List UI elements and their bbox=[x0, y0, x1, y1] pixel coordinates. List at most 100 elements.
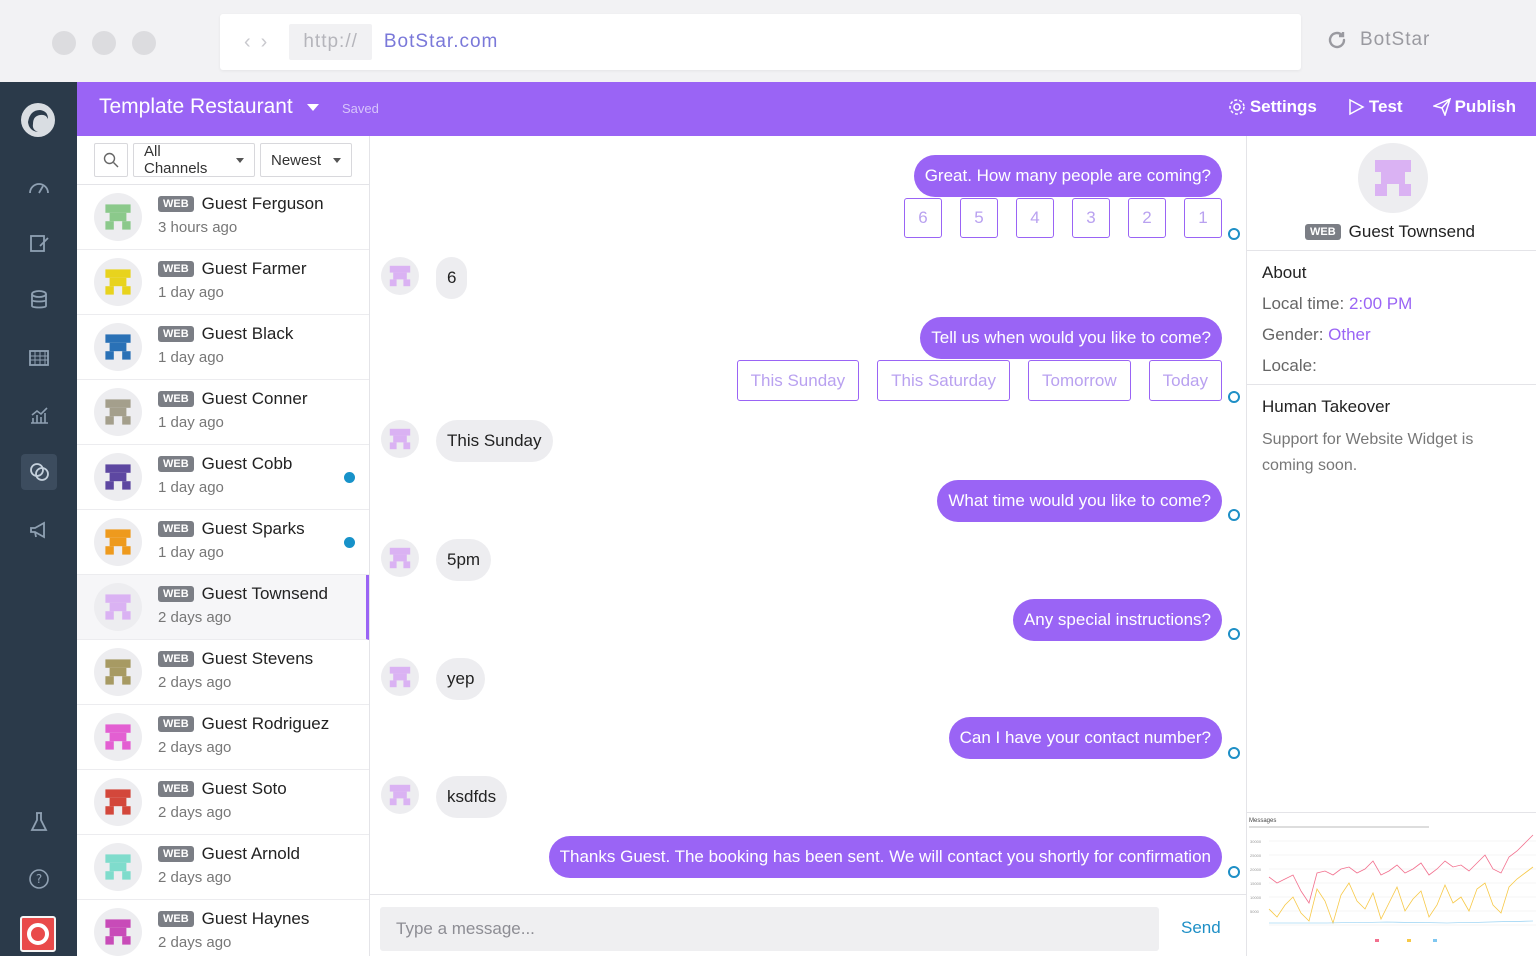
profile-panel: WEB Guest Townsend About Local time: 2:00… bbox=[1246, 136, 1536, 956]
dashboard-icon[interactable] bbox=[24, 172, 54, 202]
channel-filter[interactable]: All Channels bbox=[133, 143, 255, 177]
messages-chart-thumbnail: Messages 30000 25000 20000 15000 10000 5000 bbox=[1247, 812, 1536, 956]
conversation-name-row: WEB Guest Conner bbox=[158, 389, 308, 409]
conversation-item[interactable]: WEB Guest Soto 2 days ago bbox=[77, 770, 369, 835]
quick-reply-button[interactable]: This Saturday bbox=[877, 360, 1010, 401]
conversation-item[interactable]: WEB Guest Stevens 2 days ago bbox=[77, 640, 369, 705]
conversation-name: Guest Stevens bbox=[201, 649, 314, 668]
reload-icon[interactable] bbox=[1326, 29, 1348, 51]
avatar bbox=[94, 908, 142, 956]
conversation-time: 2 days ago bbox=[158, 674, 232, 691]
sort-filter[interactable]: Newest bbox=[260, 143, 352, 177]
forward-icon[interactable]: › bbox=[261, 31, 268, 54]
local-time-value: 2:00 PM bbox=[1348, 294, 1413, 313]
avatar bbox=[94, 843, 142, 891]
quick-reply-button[interactable]: 4 bbox=[1016, 198, 1054, 238]
avatar bbox=[94, 713, 142, 761]
header-actions: Settings Test Publish bbox=[1228, 97, 1516, 117]
channel-badge: WEB bbox=[158, 456, 194, 472]
maximize-window-button[interactable] bbox=[132, 31, 156, 55]
avatar bbox=[94, 193, 142, 241]
channel-badge: WEB bbox=[1305, 224, 1341, 240]
close-window-button[interactable] bbox=[52, 31, 76, 55]
search-button[interactable] bbox=[94, 143, 128, 177]
quick-reply-button[interactable]: 1 bbox=[1184, 198, 1222, 238]
settings-button[interactable]: Settings bbox=[1228, 97, 1317, 117]
send-button[interactable]: Send bbox=[1181, 918, 1221, 938]
gender-value: Other bbox=[1328, 325, 1371, 344]
conversation-item[interactable]: WEB Guest Townsend 2 days ago bbox=[77, 575, 369, 640]
test-button[interactable]: Test bbox=[1347, 97, 1403, 117]
conversation-item[interactable]: WEB Guest Rodriguez 2 days ago bbox=[77, 705, 369, 770]
quick-reply-button[interactable]: Tomorrow bbox=[1028, 360, 1131, 401]
conversation-list: All Channels Newest WEB Guest Ferguson 3 h… bbox=[77, 136, 370, 956]
avatar bbox=[94, 388, 142, 436]
conversation-name: Guest Conner bbox=[201, 389, 308, 408]
url-domain[interactable]: BotStar.com bbox=[384, 31, 499, 53]
quick-reply-button[interactable]: This Sunday bbox=[736, 360, 860, 401]
conversation-name-row: WEB Guest Rodriguez bbox=[158, 714, 329, 734]
avatar bbox=[94, 323, 142, 371]
quick-reply-button[interactable]: 3 bbox=[1072, 198, 1110, 238]
quick-reply-button[interactable]: 6 bbox=[904, 198, 942, 238]
conversation-name-row: WEB Guest Cobb bbox=[158, 454, 292, 474]
analytics-icon[interactable] bbox=[24, 400, 54, 430]
live-chat-icon[interactable] bbox=[21, 454, 57, 490]
divider bbox=[1247, 250, 1536, 251]
channel-badge: WEB bbox=[158, 911, 194, 927]
conversation-name-row: WEB Guest Soto bbox=[158, 779, 287, 799]
svg-text:?: ? bbox=[36, 872, 42, 886]
quick-reply-button[interactable]: 2 bbox=[1128, 198, 1166, 238]
conversation-item[interactable]: WEB Guest Conner 1 day ago bbox=[77, 380, 369, 445]
svg-text:30000: 30000 bbox=[1250, 839, 1262, 844]
minimize-window-button[interactable] bbox=[92, 31, 116, 55]
flow-editor-icon[interactable] bbox=[24, 228, 54, 258]
lab-flask-icon[interactable] bbox=[24, 807, 54, 837]
conversation-time: 1 day ago bbox=[158, 414, 224, 431]
conversation-name-row: WEB Guest Ferguson bbox=[158, 194, 324, 214]
user-avatar bbox=[381, 658, 419, 696]
user-message: 6 bbox=[436, 257, 468, 299]
conversation-name: Guest Farmer bbox=[201, 259, 307, 278]
quick-replies: 654321 bbox=[904, 198, 1222, 238]
conversation-item[interactable]: WEB Guest Haynes 2 days ago bbox=[77, 900, 369, 956]
svg-text:10000: 10000 bbox=[1250, 895, 1262, 900]
publish-button[interactable]: Publish bbox=[1432, 97, 1516, 117]
account-logo[interactable] bbox=[20, 916, 56, 952]
unread-indicator bbox=[344, 537, 355, 548]
conversation-item[interactable]: WEB Guest Sparks 1 day ago bbox=[77, 510, 369, 575]
address-bar[interactable]: ‹ › http:// BotStar.com bbox=[220, 14, 1301, 70]
bot-message: Any special instructions? bbox=[1012, 599, 1222, 641]
conversation-item[interactable]: WEB Guest Cobb 1 day ago bbox=[77, 445, 369, 510]
conversation-item[interactable]: WEB Guest Farmer 1 day ago bbox=[77, 250, 369, 315]
bot-message: Thanks Guest. The booking has been sent.… bbox=[548, 836, 1222, 878]
conversation-item[interactable]: WEB Guest Ferguson 3 hours ago bbox=[77, 185, 369, 250]
conversation-time: 2 days ago bbox=[158, 934, 232, 951]
help-icon[interactable]: ? bbox=[24, 864, 54, 894]
grid-icon[interactable] bbox=[24, 343, 54, 373]
conversation-item[interactable]: WEB Guest Black 1 day ago bbox=[77, 315, 369, 380]
avatar bbox=[94, 258, 142, 306]
channel-badge: WEB bbox=[158, 586, 194, 602]
user-message: This Sunday bbox=[436, 420, 553, 462]
search-icon bbox=[103, 152, 119, 168]
conversation-time: 1 day ago bbox=[158, 284, 224, 301]
svg-text:20000: 20000 bbox=[1250, 867, 1262, 872]
message-input[interactable] bbox=[380, 907, 1159, 951]
gender-row: Gender: Other bbox=[1262, 325, 1371, 344]
conversation-item[interactable]: WEB Guest Arnold 2 days ago bbox=[77, 835, 369, 900]
user-message: ksdfds bbox=[436, 776, 508, 818]
browser-tab[interactable]: BotStar bbox=[1326, 29, 1430, 51]
botstar-logo[interactable] bbox=[18, 100, 58, 140]
back-icon[interactable]: ‹ bbox=[244, 31, 251, 54]
quick-reply-button[interactable]: Today bbox=[1148, 360, 1222, 401]
conversation-time: 1 day ago bbox=[158, 349, 224, 366]
broadcast-icon[interactable] bbox=[24, 515, 54, 545]
chevron-down-icon bbox=[306, 103, 319, 111]
conversation-name: Guest Arnold bbox=[201, 844, 300, 863]
bot-selector[interactable]: Template Restaurant bbox=[99, 95, 319, 119]
quick-reply-button[interactable]: 5 bbox=[960, 198, 998, 238]
browser-chrome: ‹ › http:// BotStar.com BotStar bbox=[0, 0, 1536, 82]
bot-message: Tell us when would you like to come? bbox=[920, 317, 1222, 359]
database-icon[interactable] bbox=[24, 285, 54, 315]
